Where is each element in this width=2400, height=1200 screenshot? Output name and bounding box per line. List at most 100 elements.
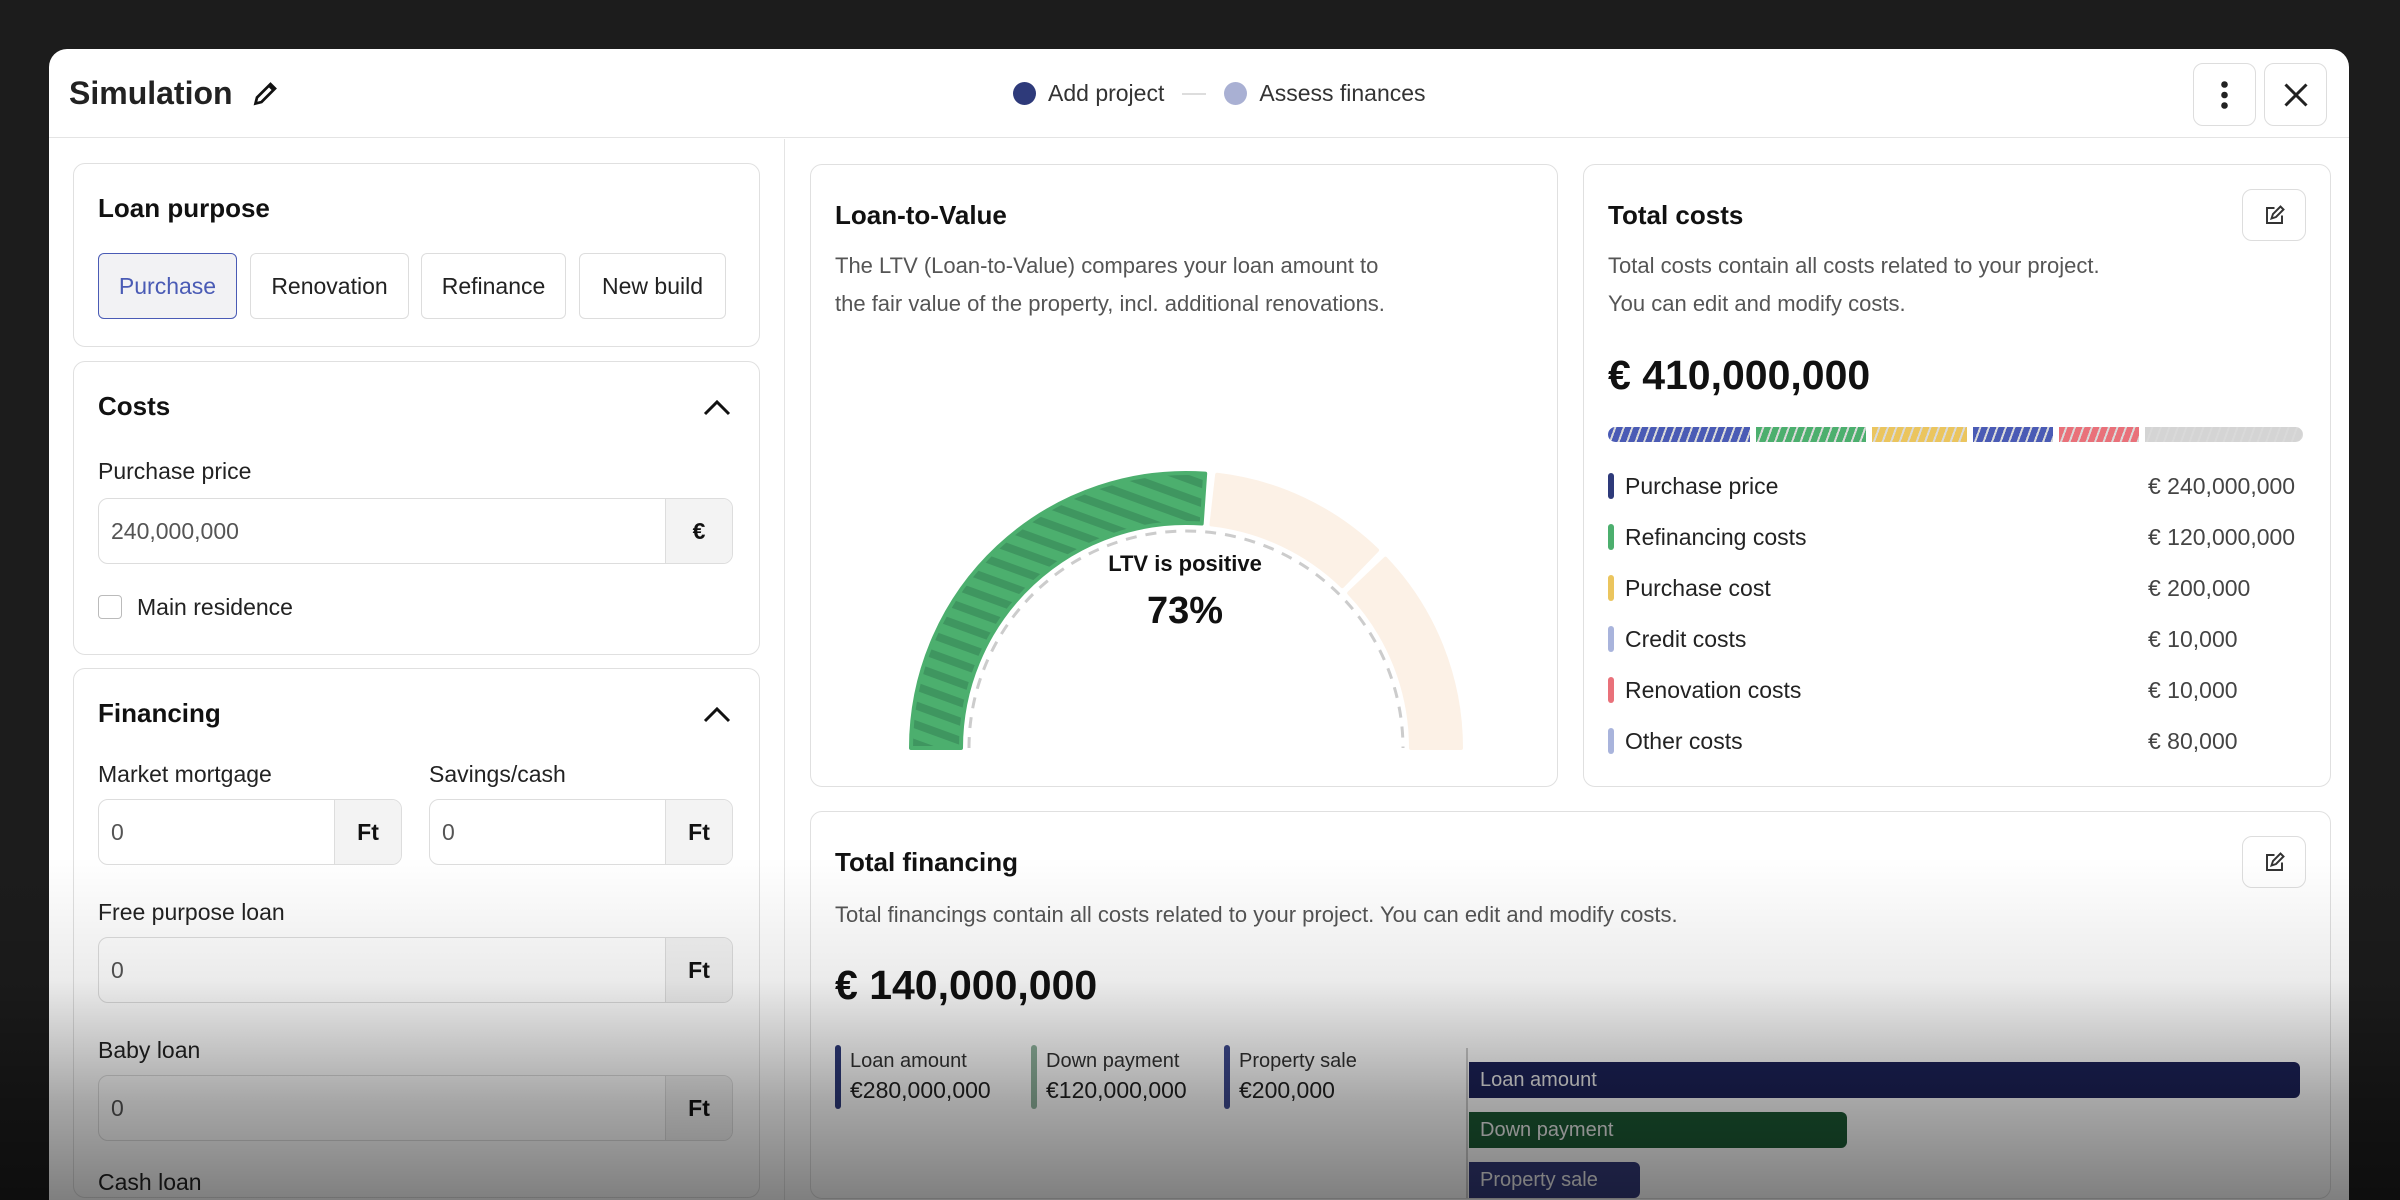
legend-swatch bbox=[1608, 728, 1614, 754]
financing-bar-label: Loan amount bbox=[1480, 1068, 1597, 1091]
financing-legend-item: Down payment €120,000,000 bbox=[1031, 1045, 1187, 1109]
total-costs-description-line2: You can edit and modify costs. bbox=[1608, 291, 1906, 316]
total-financing-title: Total financing bbox=[835, 847, 1018, 877]
baby-loan-label: Baby loan bbox=[98, 1037, 201, 1063]
cost-item-amount: € 240,000,000 bbox=[2148, 472, 2296, 499]
edit-icon bbox=[2265, 204, 2285, 224]
loan-purpose-card: Loan purpose Purchase Renovation Refinan… bbox=[73, 163, 760, 347]
cost-item: Purchase cost € 200,000 bbox=[1608, 573, 2306, 603]
cost-item-label: Other costs bbox=[1625, 727, 1743, 754]
loan-purpose-title: Loan purpose bbox=[98, 193, 270, 223]
market-mortgage-label: Market mortgage bbox=[98, 761, 272, 787]
legend-swatch bbox=[1608, 677, 1614, 703]
legend-amount: €200,000 bbox=[1239, 1077, 1335, 1103]
financing-bar-label: Property sale bbox=[1480, 1168, 1598, 1191]
total-costs-amount: € 410,000,000 bbox=[1608, 352, 1871, 398]
header: Simulation Add project Assess finances bbox=[49, 49, 2349, 138]
step-add-project[interactable]: Add project bbox=[1048, 80, 1164, 107]
cost-item-amount: € 200,000 bbox=[2148, 574, 2251, 601]
main-residence-checkbox[interactable] bbox=[98, 595, 122, 619]
market-mortgage-value[interactable]: 0 bbox=[99, 800, 334, 864]
purpose-renovation-button[interactable]: Renovation bbox=[250, 253, 409, 319]
legend-swatch bbox=[1608, 473, 1614, 499]
purpose-refinance-button[interactable]: Refinance bbox=[421, 253, 566, 319]
financing-legend-item: Property sale €200,000 bbox=[1224, 1045, 1357, 1109]
pencil-icon[interactable] bbox=[251, 78, 281, 108]
savings-cash-input[interactable]: 0 Ft bbox=[429, 799, 733, 865]
purpose-purchase-button[interactable]: Purchase bbox=[98, 253, 237, 319]
total-financing-card: Total financing Total financings contain… bbox=[810, 811, 2331, 1199]
cost-item-amount: € 10,000 bbox=[2148, 625, 2238, 652]
step-divider bbox=[1182, 92, 1207, 95]
cost-item-label: Credit costs bbox=[1625, 625, 1747, 652]
cost-item-label: Renovation costs bbox=[1625, 676, 1802, 703]
legend-swatch bbox=[1608, 626, 1614, 652]
cost-bar-segment bbox=[2059, 427, 2139, 442]
legend-swatch bbox=[1608, 575, 1614, 601]
edit-financing-button[interactable] bbox=[2242, 836, 2306, 888]
financing-bar: Down payment bbox=[1469, 1112, 1847, 1148]
step-dot-icon bbox=[1224, 82, 1248, 105]
purchase-price-label: Purchase price bbox=[98, 458, 252, 484]
gauge-empty-segment bbox=[1347, 556, 1463, 750]
step-dot-icon bbox=[1013, 82, 1036, 105]
cost-item-amount: € 10,000 bbox=[2148, 676, 2238, 703]
purchase-price-input[interactable]: 240,000,000 € bbox=[98, 498, 733, 564]
free-purpose-loan-value[interactable]: 0 bbox=[99, 938, 665, 1002]
stepper: Add project Assess finances bbox=[1013, 49, 1426, 138]
more-options-button[interactable] bbox=[2193, 63, 2256, 126]
ltv-value: 73% bbox=[1146, 590, 1224, 632]
baby-loan-input[interactable]: 0 Ft bbox=[98, 1075, 733, 1141]
financing-bar: Loan amount bbox=[1469, 1062, 2300, 1098]
currency-suffix: € bbox=[665, 499, 732, 563]
total-costs-title: Total costs bbox=[1608, 200, 1744, 230]
total-financing-amount: € 140,000,000 bbox=[835, 962, 1098, 1008]
chevron-up-icon[interactable] bbox=[702, 703, 732, 724]
cost-item: Credit costs € 10,000 bbox=[1608, 624, 2306, 654]
unit-suffix: Ft bbox=[334, 800, 401, 864]
market-mortgage-input[interactable]: 0 Ft bbox=[98, 799, 402, 865]
chart-axis bbox=[1466, 1048, 1468, 1198]
cost-item: Other costs € 80,000 bbox=[1608, 726, 2306, 756]
chevron-up-icon[interactable] bbox=[702, 396, 732, 417]
cost-item-label: Purchase price bbox=[1625, 472, 1779, 499]
step-assess-finances[interactable]: Assess finances bbox=[1259, 80, 1425, 107]
cost-bar-segment bbox=[2145, 427, 2303, 442]
costs-breakdown-bar bbox=[1608, 427, 2304, 442]
cost-item-amount: € 120,000,000 bbox=[2148, 523, 2296, 550]
financing-title: Financing bbox=[98, 698, 221, 728]
legend-swatch bbox=[1224, 1045, 1230, 1109]
cost-bar-segment bbox=[1756, 427, 1866, 442]
financing-legend-item: Loan amount €280,000,000 bbox=[835, 1045, 991, 1109]
cost-item-label: Refinancing costs bbox=[1625, 523, 1807, 550]
cost-bar-segment bbox=[1973, 427, 2053, 442]
close-button[interactable] bbox=[2264, 63, 2327, 126]
ltv-card: Loan-to-Value The LTV (Loan-to-Value) co… bbox=[810, 164, 1558, 787]
more-vertical-icon bbox=[2221, 80, 2228, 109]
legend-amount: €120,000,000 bbox=[1046, 1077, 1187, 1103]
legend-swatch bbox=[1608, 524, 1614, 550]
edit-costs-button[interactable] bbox=[2242, 189, 2306, 241]
savings-cash-value[interactable]: 0 bbox=[430, 800, 665, 864]
ltv-status: LTV is positive bbox=[1108, 551, 1262, 576]
cost-item: Renovation costs € 10,000 bbox=[1608, 675, 2306, 705]
legend-amount: €280,000,000 bbox=[850, 1077, 991, 1103]
unit-suffix: Ft bbox=[665, 1076, 732, 1140]
simulation-window: Simulation Add project Assess finances L… bbox=[49, 49, 2349, 1200]
free-purpose-loan-input[interactable]: 0 Ft bbox=[98, 937, 733, 1003]
baby-loan-value[interactable]: 0 bbox=[99, 1076, 665, 1140]
total-costs-card: Total costs Total costs contain all cost… bbox=[1583, 164, 2331, 787]
cost-item-label: Purchase cost bbox=[1625, 574, 1771, 601]
costs-card: Costs Purchase price 240,000,000 € Main … bbox=[73, 361, 760, 655]
total-costs-description-line1: Total costs contain all costs related to… bbox=[1608, 253, 2100, 278]
costs-title: Costs bbox=[98, 391, 171, 421]
screen: Simulation Add project Assess finances L… bbox=[0, 0, 2400, 1200]
purchase-price-value[interactable]: 240,000,000 bbox=[99, 499, 665, 563]
financing-bar: Property sale bbox=[1469, 1162, 1640, 1198]
close-icon bbox=[2283, 82, 2308, 107]
edit-icon bbox=[2265, 851, 2285, 871]
legend-swatch bbox=[835, 1045, 841, 1109]
legend-label: Down payment bbox=[1046, 1050, 1180, 1072]
financing-card: Financing Market mortgage 0 Ft Savings/ca… bbox=[73, 668, 760, 1198]
purpose-new-build-button[interactable]: New build bbox=[579, 253, 726, 319]
